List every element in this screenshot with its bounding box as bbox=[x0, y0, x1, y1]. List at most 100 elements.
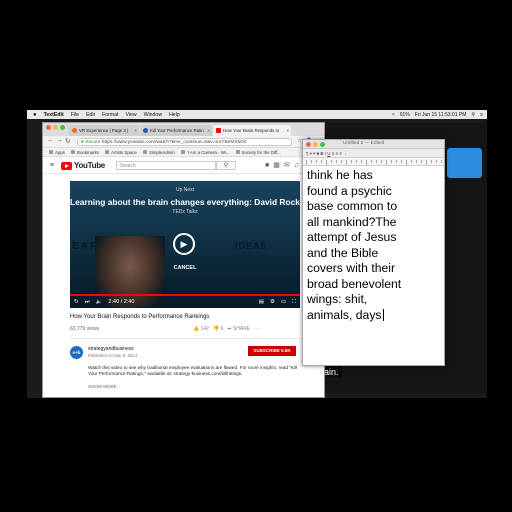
letterboxed-screenshot: ● TextEdit File Edit Format View Window … bbox=[0, 0, 512, 512]
menu-app[interactable]: TextEdit bbox=[44, 112, 64, 118]
close-window-icon[interactable] bbox=[46, 125, 51, 130]
next-icon[interactable]: ⏭ bbox=[85, 299, 90, 306]
secure-label: Secure bbox=[85, 140, 101, 145]
underline-icon[interactable]: U bbox=[327, 151, 330, 156]
ruler-tick bbox=[361, 160, 362, 163]
zoom-window-icon[interactable] bbox=[60, 125, 65, 130]
paragraph-style-icon[interactable]: ¶ bbox=[306, 151, 308, 156]
like-button[interactable]: 👍 142 bbox=[193, 326, 209, 332]
youtube-wordmark[interactable]: YouTube bbox=[74, 161, 105, 170]
tab-kill-ratings[interactable]: Kill Your Performance Ratin × bbox=[140, 125, 212, 136]
menu-format[interactable]: Format bbox=[102, 112, 118, 118]
menu-edit[interactable]: Edit bbox=[86, 112, 95, 118]
ruler[interactable] bbox=[303, 158, 444, 166]
close-window-icon[interactable] bbox=[306, 142, 311, 147]
search-icon[interactable]: ⚲ bbox=[471, 112, 475, 118]
apple-icon[interactable]: ● bbox=[33, 112, 37, 118]
replay-icon[interactable]: ↻ bbox=[74, 299, 79, 305]
bookmark-apps[interactable]: Apps bbox=[49, 150, 65, 155]
close-tab-icon[interactable]: × bbox=[134, 128, 137, 133]
bookmark-society[interactable]: Society for the Diff... bbox=[235, 150, 281, 155]
upload-icon[interactable]: ■ bbox=[265, 162, 273, 169]
favicon-icon bbox=[143, 128, 148, 133]
bold-icon[interactable]: B bbox=[320, 151, 323, 156]
dislike-button[interactable]: 👎 6 bbox=[213, 326, 223, 332]
settings-icon[interactable]: ⚙ bbox=[270, 299, 275, 305]
ruler-tick bbox=[406, 160, 407, 165]
page-icon bbox=[235, 150, 240, 154]
zoom-window-icon[interactable] bbox=[320, 142, 325, 147]
close-tab-icon[interactable]: × bbox=[207, 128, 210, 133]
forward-icon[interactable]: → bbox=[56, 137, 63, 144]
align-left-icon[interactable]: ≡ bbox=[332, 151, 335, 156]
dislike-count: 6 bbox=[220, 326, 224, 332]
share-button[interactable]: ➦ SHARE bbox=[227, 326, 250, 332]
fullscreen-icon[interactable]: ⛶ bbox=[292, 299, 296, 306]
subtitles-icon[interactable]: ▤ bbox=[259, 299, 264, 305]
menu-file[interactable]: File bbox=[71, 112, 79, 118]
reload-icon[interactable]: ↻ bbox=[65, 137, 70, 145]
list-icon[interactable]: ⋮ bbox=[343, 151, 347, 156]
battery-percent[interactable]: 91% bbox=[400, 112, 410, 118]
tab-vr-experience[interactable]: VR Experience | Page 3 | × bbox=[69, 125, 139, 136]
menu-help[interactable]: Help bbox=[169, 112, 180, 118]
bookmark-i-am-a-camera[interactable]: 'I Am a Camera - Wi... bbox=[180, 150, 230, 155]
clock[interactable]: Fri Jun 15 11:53:01 PM bbox=[415, 112, 467, 118]
folder-icon[interactable] bbox=[447, 148, 482, 178]
share-icon: ➦ bbox=[227, 326, 232, 332]
player-controls: ↻ ⏭ 🔈 2:40 / 2:40 ▤ ⚙ ▭ ⛶ bbox=[74, 298, 296, 306]
back-icon[interactable]: ← bbox=[47, 137, 54, 144]
next-video-title[interactable]: Learning about the brain changes everyth… bbox=[70, 197, 300, 207]
hamburger-menu-icon[interactable]: ≡ bbox=[50, 162, 54, 169]
url-input[interactable]: ● Secure https://www.youtube.com/watch?t… bbox=[77, 138, 292, 146]
video-player[interactable]: EAR IDEAS Up Next Learning about the bra… bbox=[70, 181, 300, 308]
channel-name[interactable]: strategyandbusiness bbox=[88, 346, 134, 352]
close-tab-icon[interactable]: × bbox=[286, 128, 289, 133]
minimize-window-icon[interactable] bbox=[53, 125, 58, 130]
more-actions-icon[interactable]: ⋯ bbox=[254, 326, 259, 332]
size-icon[interactable]: ▾ bbox=[313, 151, 315, 156]
list-icon[interactable]: ≡ bbox=[480, 112, 483, 118]
address-toolbar: ← → ↻ ● Secure https://www.youtube.com/w… bbox=[43, 136, 324, 148]
align-center-icon[interactable]: ≡ bbox=[335, 151, 338, 156]
wifi-icon[interactable]: ≈ bbox=[392, 112, 395, 118]
tab-youtube[interactable]: How Your Brain Responds to × bbox=[213, 125, 291, 136]
lock-icon: ● bbox=[81, 140, 84, 145]
star-icon bbox=[71, 150, 76, 154]
channel-avatar[interactable]: s+b bbox=[70, 346, 83, 359]
ruler-tick bbox=[356, 160, 357, 163]
align-right-icon[interactable]: ≡ bbox=[339, 151, 342, 156]
subscribe-button[interactable]: SUBSCRIBE 5.8K bbox=[248, 346, 296, 356]
italic-icon[interactable]: I bbox=[325, 151, 326, 156]
ruler-tick bbox=[386, 160, 387, 165]
ruler-tick bbox=[396, 160, 397, 163]
ruler-tick bbox=[346, 160, 347, 165]
view-count: 63,779 views bbox=[70, 326, 100, 332]
volume-icon[interactable]: 🔈 bbox=[96, 299, 103, 305]
document-text[interactable]: think he has found a psychic base common… bbox=[307, 168, 443, 323]
favicon-icon bbox=[72, 128, 77, 133]
up-next-label: Up Next bbox=[175, 187, 195, 193]
show-more-button[interactable]: SHOW MORE bbox=[88, 384, 117, 389]
ruler-tick bbox=[401, 160, 402, 163]
font-icon[interactable]: ▾ bbox=[310, 151, 312, 156]
messages-icon[interactable]: ✉ bbox=[284, 162, 294, 169]
progress-bar[interactable] bbox=[70, 294, 300, 296]
minimize-window-icon[interactable] bbox=[313, 142, 318, 147]
theater-icon[interactable]: ▭ bbox=[281, 299, 286, 305]
play-next-icon[interactable]: ▶ bbox=[173, 233, 195, 255]
menu-window[interactable]: Window bbox=[144, 112, 162, 118]
search-input[interactable]: Search bbox=[116, 161, 216, 170]
apps-grid-icon[interactable]: ▦ bbox=[273, 162, 284, 169]
bookmark-artists-space[interactable]: Artists Space bbox=[104, 150, 137, 155]
menu-view[interactable]: View bbox=[125, 112, 136, 118]
bookmark-simpleadmin[interactable]: SimpleAdmin bbox=[142, 150, 175, 155]
search-button[interactable]: ⚲ bbox=[216, 161, 236, 170]
url-text: https://www.youtube.com/watch?time_conti… bbox=[101, 140, 247, 145]
cancel-autoplay-button[interactable]: CANCEL bbox=[70, 265, 300, 271]
wikipedia-icon bbox=[180, 150, 185, 154]
youtube-logo-icon[interactable] bbox=[61, 162, 72, 170]
ruler-tick bbox=[391, 160, 392, 163]
bookmark-bookmarks[interactable]: Bookmarks bbox=[71, 150, 99, 155]
color-icon[interactable]: ■ bbox=[317, 151, 320, 156]
